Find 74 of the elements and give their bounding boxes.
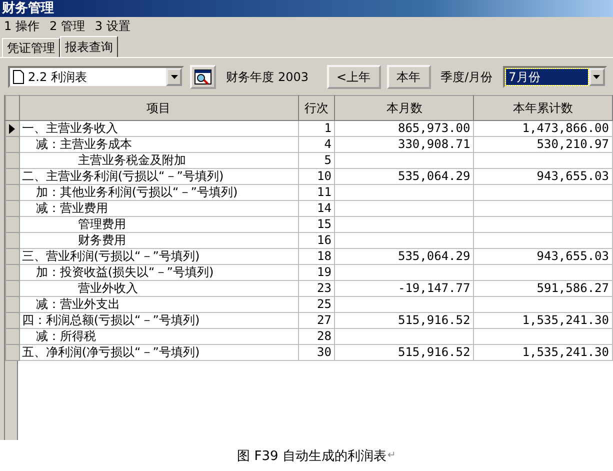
table-cell: 27 [298, 312, 335, 328]
table-cell: 主营业务税金及附加 [19, 152, 298, 168]
fiscal-year-label: 财务年度 [226, 68, 274, 86]
preview-button[interactable] [190, 65, 216, 89]
table-cell: 591,586.27 [474, 280, 612, 296]
paragraph-mark: ↵ [387, 450, 396, 461]
table-cell: 1,473,866.00 [474, 120, 612, 136]
table-cell: 943,655.03 [474, 168, 612, 184]
table-cell: 19 [298, 264, 335, 280]
window-title: 财务管理 [0, 0, 613, 17]
table-cell: 530,210.97 [474, 136, 612, 152]
caret-icon [170, 75, 178, 79]
table-cell: 14 [298, 200, 335, 216]
period-label: 季度/月份 [440, 68, 493, 86]
caret-icon [593, 75, 600, 79]
table-cell: 15 [298, 216, 335, 232]
dropdown-button[interactable] [588, 68, 605, 86]
table-cell: 二、主营业务利润(亏损以“－”号填列) [19, 168, 298, 184]
table-cell: 管理费用 [19, 216, 298, 232]
figure-caption: 图 F39 自动生成的利润表 [237, 448, 386, 464]
column-header[interactable]: 本月数 [334, 96, 474, 120]
table-cell: 1,535,241.30 [474, 312, 612, 328]
table-cell: 四：利润总额(亏损以“－”号填列) [19, 312, 298, 328]
menu-item[interactable]: 3 设置 [94, 18, 130, 35]
table-cell: 财务费用 [19, 232, 298, 248]
table-cell: 5 [298, 152, 335, 168]
table-cell: 30 [298, 344, 335, 360]
table-cell: 加：投资收益(损失以“－”号填列) [19, 264, 298, 280]
period-select[interactable]: 7月份 [502, 66, 607, 88]
previous-year-button[interactable]: <上年 [326, 65, 381, 89]
table-cell: 五、净利润(净亏损以“－”号填列) [19, 344, 298, 360]
column-header[interactable]: 本年累计数 [474, 96, 612, 120]
current-year-button[interactable]: 本年 [386, 65, 431, 89]
table-cell: 18 [298, 248, 335, 264]
tab[interactable]: 凭证管理 [2, 38, 60, 57]
current-row-icon [9, 124, 16, 134]
table-cell: 11 [298, 184, 335, 200]
table-cell: 25 [298, 296, 335, 312]
table-cell: 515,916.52 [334, 344, 474, 360]
table-cell: 28 [298, 328, 335, 344]
table-cell: 减：营业外支出 [19, 296, 298, 312]
report-search-icon [194, 69, 212, 85]
column-header[interactable]: 项目 [19, 96, 298, 120]
period-value: 7月份 [506, 69, 588, 85]
table-cell: 943,655.03 [474, 248, 612, 264]
table-cell: 515,916.52 [334, 312, 474, 328]
table-cell: 营业外收入 [19, 280, 298, 296]
table-cell: 1,535,241.30 [474, 344, 612, 360]
row-selector[interactable] [6, 120, 20, 136]
fiscal-year-value: 2003 [278, 70, 309, 84]
dropdown-button[interactable] [166, 68, 182, 86]
table-cell: -19,147.77 [334, 280, 474, 296]
report-name: 2.2 利润表 [28, 68, 87, 86]
document-icon [13, 70, 24, 84]
table-cell: 330,908.71 [334, 136, 474, 152]
table-cell: 加：其他业务利润(亏损以“－”号填列) [19, 184, 298, 200]
table-cell: 865,973.00 [334, 120, 474, 136]
tab[interactable]: 报表查询 [60, 36, 118, 57]
table-cell: 一、主营业务收入 [19, 120, 298, 136]
table-cell: 1 [298, 120, 335, 136]
table-cell: 23 [298, 280, 335, 296]
table-cell: 减：主营业务成本 [19, 136, 298, 152]
table-cell: 535,064.29 [334, 168, 474, 184]
table-cell: 减：营业费用 [19, 200, 298, 216]
table-cell: 减：所得税 [19, 328, 298, 344]
table-cell: 535,064.29 [334, 248, 474, 264]
menu-item[interactable]: 2 管理 [49, 18, 85, 35]
table-cell: 三、营业利润(亏损以“－”号填列) [19, 248, 298, 264]
table-cell: 4 [298, 136, 335, 152]
menu-item[interactable]: 1 操作 [4, 18, 40, 35]
column-header[interactable]: 行次 [298, 96, 335, 120]
report-select[interactable]: 2.2 利润表 [8, 66, 184, 88]
table-cell: 10 [298, 168, 335, 184]
table-cell: 16 [298, 232, 335, 248]
